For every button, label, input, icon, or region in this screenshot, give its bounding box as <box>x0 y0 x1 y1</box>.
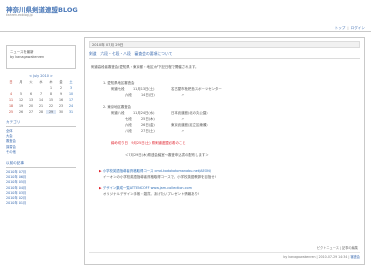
section1-title: 1. 愛知県地区審査会 <box>103 81 135 85</box>
site-subtitle: kanren.exblog.jp <box>6 13 33 17</box>
section2-row2-label: 七段 <box>125 117 132 121</box>
calendar-day[interactable]: 6 <box>26 92 36 96</box>
category-item[interactable]: その他 <box>6 150 76 155</box>
ad-arrow-icon: ▶ <box>99 169 102 173</box>
section2-row1-label: 剣道八段 <box>111 111 125 115</box>
calendar-day[interactable]: 22 <box>46 104 56 108</box>
calendar-title[interactable]: < July 2010 > <box>6 74 76 78</box>
calendar-day[interactable]: 13 <box>26 98 36 102</box>
calendar-grid: 日月火水木金土 1 2 3 4 5 6 7 8 9 10 11 12 13 14 15 16 17 18 19 20 21… <box>6 79 76 114</box>
calendar-weekday: 金 <box>59 80 63 84</box>
calendar-day[interactable]: 9 <box>56 92 66 96</box>
calendar-day[interactable]: 12 <box>16 98 26 102</box>
post-footer: by kanagawakenren | 2010-07-29 14:34 | 審… <box>89 252 360 259</box>
calendar-day[interactable]: 24 <box>66 104 76 108</box>
section1-row2-date: 14日(日) <box>141 93 155 97</box>
calendar-day[interactable]: 23 <box>56 104 66 108</box>
calendar-weekday: 木 <box>49 80 53 84</box>
section2-row2-date: 25日(木) <box>141 117 155 121</box>
calendar-day[interactable]: 29 <box>46 110 56 114</box>
footer-category-link[interactable]: 審査会 <box>350 255 360 259</box>
ad-link1-url[interactable]: cmd-kodokotomanabu.net/AEON/ <box>154 169 211 173</box>
calendar-day[interactable]: 8 <box>46 92 56 96</box>
section2-row3-label: 六段 <box>125 123 132 127</box>
calendar-day[interactable]: 4 <box>6 92 16 96</box>
header-divider <box>0 31 371 32</box>
calendar-day[interactable]: 26 <box>16 110 26 114</box>
calendar-day[interactable]: 17 <box>66 98 76 102</box>
calendar-day[interactable]: 3 <box>66 86 76 90</box>
main-content: 2010年 07月 29日 剣道 六段・七段・八段 審査会の要項について 剣道高… <box>84 37 365 265</box>
calendar-weekday: 土 <box>69 80 73 84</box>
post-intro: 剣道高段者審査会(愛知県・東京都・地区)が下記日程で開催されます。 <box>91 65 199 69</box>
calendar-weekday: 月 <box>19 80 23 84</box>
calendar-weekday: 火 <box>29 80 33 84</box>
profile-line2[interactable]: by kanagawakenren <box>10 55 72 59</box>
section2-row3-date: 26日(金) <box>141 123 155 127</box>
calendar-day[interactable]: 1 <box>46 86 56 90</box>
calendar-weekday: 日 <box>9 80 13 84</box>
ad-link2-desc: オリジナルデザイン手帳・雑貨。あげたいプレゼント情報あり! <box>103 192 200 196</box>
calendar-day[interactable]: 5 <box>16 92 26 96</box>
calendar-day[interactable]: 19 <box>16 104 26 108</box>
archive-item[interactable]: 2010年 01月 <box>6 201 76 206</box>
calendar-day[interactable]: 20 <box>26 104 36 108</box>
profile-box: ニュースを最新 by kanagawakenren <box>6 45 76 69</box>
section1-row2-label: 六段 <box>125 93 132 97</box>
section1-row1-place: 名古屋市枇杷島スポーツセンター <box>171 87 222 91</box>
post-toolbar[interactable]: ピクトニュース | 記事の編集 <box>317 245 358 250</box>
ad-arrow-icon: ▶ <box>99 186 102 190</box>
archive-list: 2010年 07月 2010年 06月 2010年 05月 2010年 04月 2010… <box>6 170 76 206</box>
ad-link1[interactable]: ▶ 小学校英語指導者資格取得コース cmd-kodokotomanabu.net… <box>99 168 211 173</box>
section1-row1-label: 剣道七段 <box>111 87 125 91</box>
calendar-day[interactable]: 15 <box>46 98 56 102</box>
ad-link1-label[interactable]: 小学校英語指導者資格取得コース <box>103 169 154 173</box>
calendar-day[interactable]: 14 <box>36 98 46 102</box>
distribution-note: ＜7月29日(木)県連会議室～審査申込書の配布します＞ <box>125 153 209 157</box>
calendar-day[interactable]: 31 <box>66 110 76 114</box>
section2-row2-place: 〃 <box>181 117 185 121</box>
section2-row4-date: 27日(土) <box>141 129 155 133</box>
post-date: 2010年 07月 29日 <box>89 41 360 48</box>
section2-row4-label: 八段 <box>125 129 132 133</box>
calendar-day[interactable]: 11 <box>6 98 16 102</box>
footer-meta: by kanagawakenren | 2010-07-29 14:34 | <box>283 255 350 259</box>
section2-row1-place: 日本武道館(北の丸公園) <box>171 111 208 115</box>
calendar-day[interactable]: 30 <box>56 110 66 114</box>
calendar-day[interactable]: 25 <box>6 110 16 114</box>
calendar-day <box>26 86 36 90</box>
calendar-day[interactable]: 27 <box>26 110 36 114</box>
calendar-day[interactable]: 21 <box>36 104 46 108</box>
calendar-day <box>16 86 26 90</box>
archive-title: 以前の記事 <box>6 161 76 169</box>
calendar-day[interactable]: 28 <box>36 110 46 114</box>
category-title: カテゴリ <box>6 120 76 127</box>
profile-line1: ニュースを最新 <box>10 50 34 54</box>
calendar-day[interactable]: 18 <box>6 104 16 108</box>
post-title[interactable]: 剣道 六段・七段・八段 審査会の要項について <box>89 51 360 59</box>
calendar-day <box>36 86 46 90</box>
calendar-day[interactable]: 7 <box>36 92 46 96</box>
section1-row1-date: 11月13日(土) <box>133 87 155 91</box>
sidebar: ニュースを最新 by kanagawakenren < July 2010 > … <box>6 45 76 206</box>
ad-link1-desc: イーオンの小学校英語指導者資格取得コースで、小学校英語教師を目指せ! <box>103 175 216 179</box>
calendar-day[interactable]: 10 <box>66 92 76 96</box>
section2-row3-place: 東京武道館(足立区綾瀬) <box>171 123 208 127</box>
calendar-day[interactable]: 2 <box>56 86 66 90</box>
ad-link2-url[interactable]: www.jam-collection.com <box>151 186 192 190</box>
section2-row4-place: 〃 <box>181 129 185 133</box>
section2-title: 2. 東京地区審査会 <box>103 105 132 109</box>
ad-link2-label[interactable]: デザイン集成一覧ATTENCOFF <box>103 186 150 190</box>
calendar-day <box>6 86 16 90</box>
calendar-day[interactable]: 16 <box>56 98 66 102</box>
deadline-notice: 締め切り日 9月25日(土) 県剣道連盟必着のこと <box>111 141 186 145</box>
section1-row2-place: 〃 <box>181 93 185 97</box>
calendar-weekday: 水 <box>39 80 43 84</box>
category-list: 全体 大会 審査会 講習会 その他 <box>6 129 76 155</box>
section2-row1-date: 11月24日(水) <box>133 111 155 115</box>
ad-link2[interactable]: ▶ デザイン集成一覧ATTENCOFF www.jam-collection.c… <box>99 185 192 190</box>
